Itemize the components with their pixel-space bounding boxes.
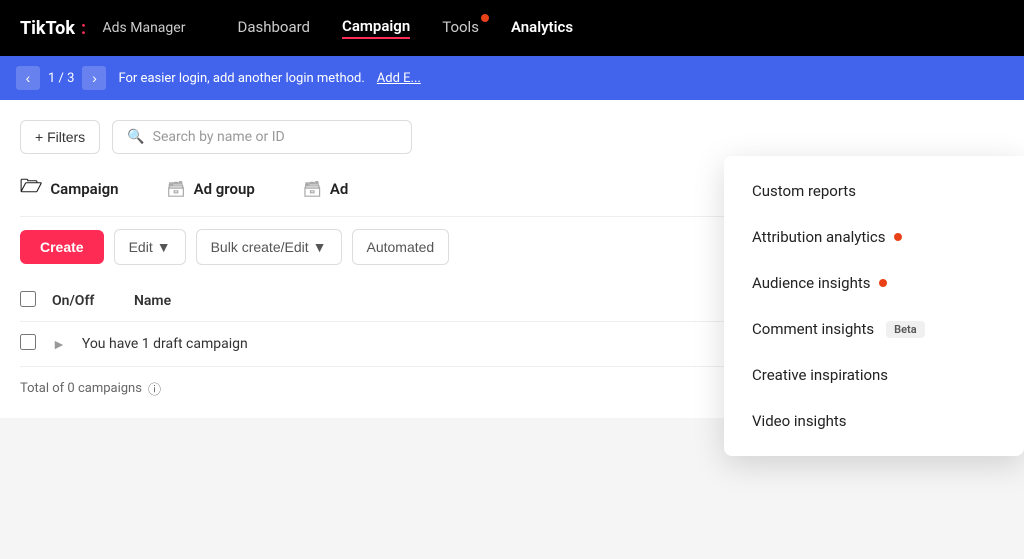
top-nav: TikTok: Ads Manager Dashboard Campaign T… xyxy=(0,0,1024,56)
col-header-name: Name xyxy=(134,293,820,309)
search-box[interactable]: 🔍 Search by name or ID xyxy=(112,120,412,154)
nav-tools[interactable]: Tools xyxy=(442,18,479,38)
creative-inspirations-label: Creative inspirations xyxy=(752,366,888,384)
brand-colon: : xyxy=(81,18,86,39)
campaign-folder-icon: 🗁 xyxy=(20,174,42,204)
audience-insights-label: Audience insights xyxy=(752,274,871,292)
automated-button[interactable]: Automated xyxy=(352,229,450,265)
dropdown-item-attribution-analytics[interactable]: Attribution analytics xyxy=(724,214,1024,260)
toolbar-row: + Filters 🔍 Search by name or ID xyxy=(20,120,1004,154)
ad-section-label: Ad xyxy=(330,180,348,198)
banner-next-button[interactable]: › xyxy=(82,66,106,90)
edit-chevron-icon: ▼ xyxy=(157,239,171,255)
banner-page-indicator: 1 / 3 xyxy=(48,71,74,86)
main-content: + Filters 🔍 Search by name or ID 🗁 Campa… xyxy=(0,100,1024,418)
nav-tools-label: Tools xyxy=(442,18,479,36)
audience-insights-dot-icon xyxy=(879,279,887,287)
row-expand-icon[interactable]: ► xyxy=(52,336,66,353)
dropdown-item-custom-reports[interactable]: Custom reports xyxy=(724,168,1024,214)
dropdown-item-video-insights[interactable]: Video insights xyxy=(724,398,1024,444)
dropdown-item-creative-inspirations[interactable]: Creative inspirations xyxy=(724,352,1024,398)
edit-label: Edit xyxy=(129,239,153,255)
beta-badge: Beta xyxy=(886,321,925,338)
tools-dot-icon xyxy=(481,14,489,22)
brand-product: Ads Manager xyxy=(103,20,186,36)
attribution-analytics-label: Attribution analytics xyxy=(752,228,886,246)
brand-name: TikTok xyxy=(20,18,75,39)
nav-analytics[interactable]: Analytics xyxy=(511,18,573,38)
bulk-label: Bulk create/Edit xyxy=(211,239,309,255)
notification-banner: ‹ 1 / 3 › For easier login, add another … xyxy=(0,56,1024,100)
video-insights-label: Video insights xyxy=(752,412,847,430)
custom-reports-label: Custom reports xyxy=(752,182,856,200)
ad-group-icon: 🗃 xyxy=(167,180,186,198)
draft-campaign-text: You have 1 draft campaign xyxy=(82,336,248,352)
select-all-checkbox[interactable] xyxy=(20,291,36,307)
search-placeholder: Search by name or ID xyxy=(153,129,285,145)
nav-campaign[interactable]: Campaign xyxy=(342,17,410,39)
brand-logo: TikTok: Ads Manager xyxy=(20,18,185,39)
banner-nav: ‹ 1 / 3 › xyxy=(16,66,106,90)
dropdown-item-audience-insights[interactable]: Audience insights xyxy=(724,260,1024,306)
analytics-dropdown: Custom reports Attribution analytics Aud… xyxy=(724,156,1024,456)
col-header-onoff: On/Off xyxy=(52,293,122,309)
nav-dashboard[interactable]: Dashboard xyxy=(237,18,310,38)
attribution-analytics-dot-icon xyxy=(894,233,902,241)
bulk-create-edit-button[interactable]: Bulk create/Edit ▼ xyxy=(196,229,342,265)
filter-button[interactable]: + Filters xyxy=(20,120,100,154)
ad-group-section-label: Ad group xyxy=(194,180,255,198)
dropdown-item-comment-insights[interactable]: Comment insights Beta xyxy=(724,306,1024,352)
bulk-chevron-icon: ▼ xyxy=(313,239,327,255)
banner-prev-button[interactable]: ‹ xyxy=(16,66,40,90)
campaign-section-label: Campaign xyxy=(50,180,118,198)
create-button[interactable]: Create xyxy=(20,230,104,264)
total-label: Total of 0 campaigns xyxy=(20,381,142,396)
nav-links: Dashboard Campaign Tools Analytics xyxy=(237,17,573,39)
campaign-section-header: 🗁 Campaign xyxy=(20,174,119,204)
ad-group-section-header: 🗃 Ad group xyxy=(167,180,255,198)
search-icon: 🔍 xyxy=(127,129,144,145)
info-icon: ⓘ xyxy=(148,379,161,398)
comment-insights-label: Comment insights xyxy=(752,320,874,338)
banner-link[interactable]: Add E... xyxy=(377,71,421,86)
ad-section-header: 🗃 Ad xyxy=(303,180,349,198)
ad-icon: 🗃 xyxy=(303,180,322,198)
banner-message: For easier login, add another login meth… xyxy=(118,71,364,86)
edit-button[interactable]: Edit ▼ xyxy=(114,229,186,265)
row-checkbox[interactable] xyxy=(20,334,36,350)
